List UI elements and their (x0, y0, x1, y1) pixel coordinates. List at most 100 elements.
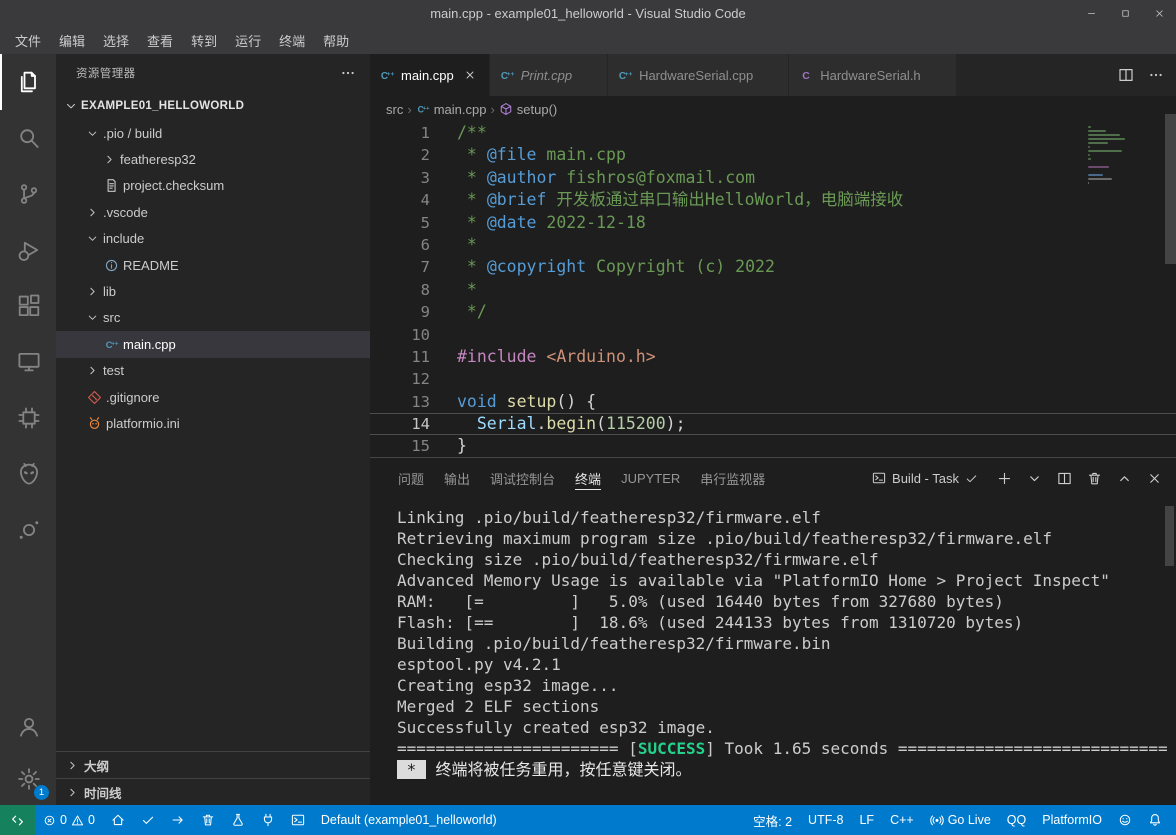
tree-item-gitignore[interactable]: .gitignore (56, 384, 370, 410)
activity-jupyter[interactable] (0, 502, 56, 558)
tree-item-include[interactable]: include (56, 226, 370, 252)
pane-outline[interactable]: 大纲 (56, 751, 370, 778)
code-line-14[interactable]: 14 Serial.begin(115200); (370, 413, 1176, 435)
panel-tab-jupyter[interactable]: JUPYTER (611, 458, 690, 498)
close-button[interactable] (1142, 0, 1176, 26)
status-feedback[interactable] (1110, 805, 1140, 835)
status-platformio-new-terminal[interactable] (283, 805, 313, 835)
maximize-button[interactable] (1108, 0, 1142, 26)
panel-tab-serial-monitor[interactable]: 串行监视器 (690, 458, 775, 498)
maximize-panel-icon[interactable] (1117, 471, 1132, 486)
tree-item-src[interactable]: src (56, 305, 370, 331)
status-notifications[interactable] (1140, 805, 1170, 835)
panel-scrollbar[interactable] (1165, 506, 1174, 566)
status-platformio-serial-monitor[interactable] (253, 805, 283, 835)
status-encoding[interactable]: UTF-8 (800, 805, 851, 835)
status-platformio-clean[interactable] (193, 805, 223, 835)
pane-timeline[interactable]: 时间线 (56, 778, 370, 805)
activity-run-debug[interactable] (0, 222, 56, 278)
panel-tab-debug-console[interactable]: 调试控制台 (480, 458, 565, 498)
menu-terminal[interactable]: 终端 (270, 28, 314, 53)
remote-indicator[interactable] (0, 805, 35, 835)
tab-hardwareserial-h[interactable]: CHardwareSerial.h (789, 54, 956, 96)
status-platformio-label[interactable]: PlatformIO (1034, 805, 1110, 835)
tree-item-featheresp32[interactable]: featheresp32 (56, 146, 370, 172)
ellipsis-icon[interactable] (1148, 67, 1164, 83)
menu-file[interactable]: 文件 (6, 28, 50, 53)
menu-selection[interactable]: 选择 (94, 28, 138, 53)
code-line-12[interactable]: 12 (370, 368, 1176, 390)
code-line-1[interactable]: 1/** (370, 122, 1176, 144)
tree-item-lib[interactable]: lib (56, 278, 370, 304)
tab-print-cpp[interactable]: C++Print.cpp (490, 54, 608, 96)
code-line-8[interactable]: 8 * (370, 279, 1176, 301)
editor-scrollbar[interactable] (1165, 114, 1176, 264)
status-platformio-test[interactable] (223, 805, 253, 835)
minimize-button[interactable] (1074, 0, 1108, 26)
breadcrumb-main-cpp[interactable]: C++main.cpp (416, 102, 487, 117)
activity-platformio[interactable] (0, 446, 56, 502)
breadcrumb-src[interactable]: src (386, 102, 403, 117)
code-line-3[interactable]: 3 * @author fishros@foxmail.com (370, 167, 1176, 189)
code-line-5[interactable]: 5 * @date 2022-12-18 (370, 212, 1176, 234)
tree-item-vscode[interactable]: .vscode (56, 199, 370, 225)
activity-explorer[interactable] (0, 54, 56, 110)
tree-item-platformio-ini[interactable]: platformio.ini (56, 410, 370, 436)
code-line-4[interactable]: 4 * @brief 开发板通过串口输出HelloWorld，电脑端接收 (370, 189, 1176, 211)
more-actions-icon[interactable] (340, 65, 356, 81)
status-project-environment[interactable]: Default (example01_helloworld) (313, 805, 505, 835)
code-line-10[interactable]: 10 (370, 324, 1176, 346)
panel-tab-output[interactable]: 输出 (434, 458, 480, 498)
activity-search[interactable] (0, 110, 56, 166)
activity-settings[interactable]: 1 (0, 753, 56, 805)
code-line-13[interactable]: 13void setup() { (370, 391, 1176, 413)
menu-edit[interactable]: 编辑 (50, 28, 94, 53)
activity-extensions[interactable] (0, 278, 56, 334)
activity-device-manager[interactable] (0, 390, 56, 446)
code-line-9[interactable]: 9 */ (370, 301, 1176, 323)
breadcrumb-setup[interactable]: setup() (499, 102, 557, 117)
status-go-live[interactable]: Go Live (922, 805, 999, 835)
menu-go[interactable]: 转到 (182, 28, 226, 53)
code-line-15[interactable]: 15} (370, 435, 1176, 457)
activity-remote-explorer[interactable] (0, 334, 56, 390)
status-platformio-home[interactable] (103, 805, 133, 835)
status-language-mode[interactable]: C++ (882, 805, 922, 835)
terminal-dropdown-icon[interactable] (1027, 471, 1042, 486)
menu-help[interactable]: 帮助 (314, 28, 358, 53)
tab-close-icon[interactable] (460, 65, 480, 85)
menu-view[interactable]: 查看 (138, 28, 182, 53)
status-problems[interactable]: 00 (35, 805, 103, 835)
panel-tab-terminal[interactable]: 终端 (565, 458, 611, 498)
status-platformio-build[interactable] (133, 805, 163, 835)
tree-item-test[interactable]: test (56, 358, 370, 384)
split-editor-icon[interactable] (1118, 67, 1134, 83)
code-line-2[interactable]: 2 * @file main.cpp (370, 144, 1176, 166)
code-line-6[interactable]: 6 * (370, 234, 1176, 256)
code-editor[interactable]: 1/**2 * @file main.cpp3 * @author fishro… (370, 122, 1176, 457)
tree-item-main-cpp[interactable]: C++main.cpp (56, 331, 370, 357)
status-indentation[interactable]: 空格: 2 (745, 805, 800, 835)
terminal-output[interactable]: Linking .pio/build/featheresp32/firmware… (370, 498, 1176, 806)
panel-tab-problems[interactable]: 问题 (388, 458, 434, 498)
minimap[interactable] (1088, 126, 1158, 186)
split-terminal-icon[interactable] (1057, 471, 1072, 486)
terminal-picker[interactable]: Build - Task (872, 471, 978, 486)
tab-hardwareserial-cpp[interactable]: C++HardwareSerial.cpp (608, 54, 789, 96)
code-line-7[interactable]: 7 * @copyright Copyright (c) 2022 (370, 256, 1176, 278)
code-line-11[interactable]: 11#include <Arduino.h> (370, 346, 1176, 368)
kill-terminal-icon[interactable] (1087, 471, 1102, 486)
tab-main-cpp[interactable]: C++main.cpp (370, 54, 490, 96)
status-eol[interactable]: LF (851, 805, 882, 835)
tree-item-project-checksum[interactable]: project.checksum (56, 173, 370, 199)
menu-run[interactable]: 运行 (226, 28, 270, 53)
status-platformio-upload[interactable] (163, 805, 193, 835)
new-terminal-icon[interactable] (997, 471, 1012, 486)
status-qq[interactable]: QQ (999, 805, 1034, 835)
project-root-header[interactable]: EXAMPLE01_HELLOWORLD (56, 92, 370, 120)
close-panel-icon[interactable] (1147, 471, 1162, 486)
tree-item-pio-build[interactable]: .pio / build (56, 120, 370, 146)
activity-account[interactable] (0, 701, 56, 753)
tree-item-readme[interactable]: README (56, 252, 370, 278)
activity-source-control[interactable] (0, 166, 56, 222)
